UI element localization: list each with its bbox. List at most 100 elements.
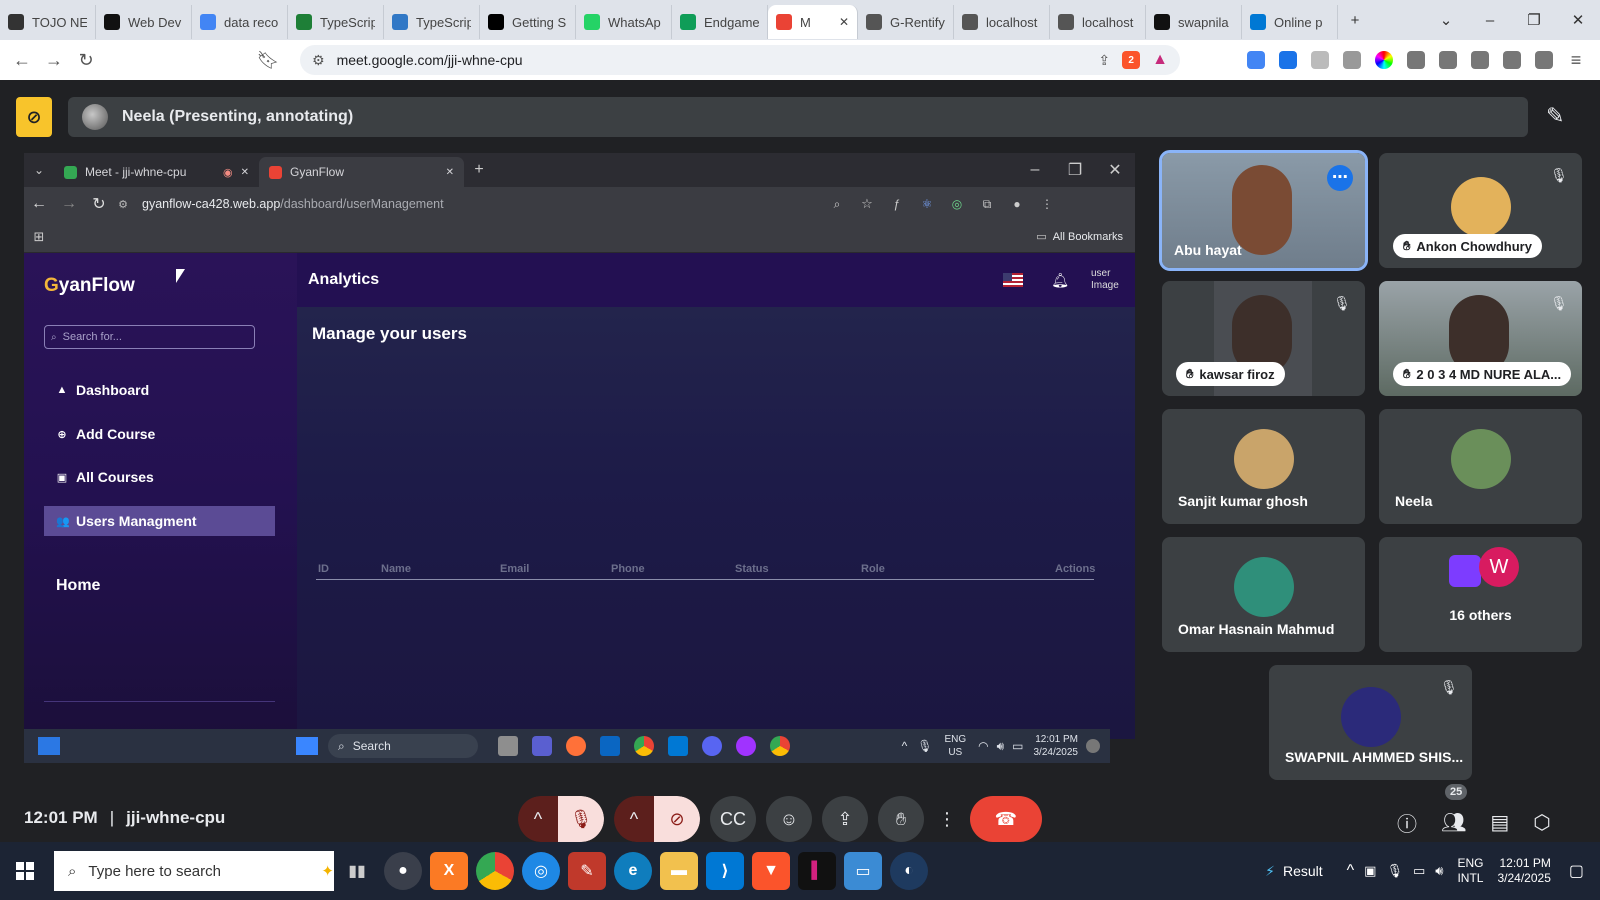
brave-rewards-icon[interactable]: ▲ xyxy=(1152,51,1168,69)
browser-tab[interactable]: data reco xyxy=(192,5,288,39)
leave-call-icon[interactable]: ☎︎ xyxy=(970,796,1042,842)
close-window-icon[interactable]: ✕ xyxy=(1556,0,1600,40)
tab-title: M xyxy=(800,14,811,30)
notifications-icon[interactable]: ▢ xyxy=(1569,861,1584,881)
postman-icon[interactable]: ✎ xyxy=(568,852,606,890)
volume-icon[interactable]: 🔊︎ xyxy=(1435,863,1443,879)
participant-tile[interactable]: ✋︎ Ankon Chowdhury 🎙︎ xyxy=(1379,153,1582,268)
audio-options-chevron-icon[interactable]: ^ xyxy=(518,796,558,842)
stop-presenting-icon[interactable]: ⊘ xyxy=(16,97,52,137)
emoji-icon[interactable]: ☺ xyxy=(766,796,812,842)
browser-tab[interactable]: swapnila xyxy=(1146,5,1242,39)
back-icon[interactable]: ← xyxy=(6,44,38,76)
extension-icon[interactable] xyxy=(1343,51,1361,69)
mic-tray-icon[interactable]: 🎙︎ xyxy=(1386,863,1403,879)
shared-profile-icon: ● xyxy=(1013,197,1021,211)
browser-tab[interactable]: TypeScrip xyxy=(384,5,480,39)
obs-icon[interactable]: ● xyxy=(384,852,422,890)
input-language[interactable]: ENG INTL xyxy=(1457,856,1483,886)
chat-icon[interactable]: ▤ xyxy=(1490,810,1509,835)
vpn-icon[interactable] xyxy=(1535,51,1553,69)
brave-shield-icon[interactable]: 2 xyxy=(1122,51,1141,69)
address-bar[interactable]: ⚙ meet.google.com/jji-whne-cpu ⇪ 2 ▲ xyxy=(300,45,1180,75)
remote-desktop-icon[interactable]: ▭ xyxy=(844,852,882,890)
browser-tab[interactable]: Getting S xyxy=(480,5,576,39)
reload-icon[interactable]: ↻ xyxy=(70,44,102,76)
browser-tab[interactable]: Endgame xyxy=(672,5,768,39)
participant-tile[interactable]: Omar Hasnain Mahmud xyxy=(1162,537,1365,652)
more-options-icon[interactable]: ⋯ xyxy=(1327,165,1353,191)
browser-tab[interactable]: TOJO NE xyxy=(0,5,96,39)
tab-search-icon[interactable]: ⌄ xyxy=(1424,0,1468,40)
extension-icon[interactable] xyxy=(1311,51,1329,69)
browser-tab[interactable]: Web Dev xyxy=(96,5,192,39)
captions-icon[interactable]: CC xyxy=(710,796,756,842)
browser-tab[interactable]: G-Rentify xyxy=(858,5,954,39)
minimize-icon[interactable]: – xyxy=(1468,0,1512,40)
video-options-chevron-icon[interactable]: ^ xyxy=(614,796,654,842)
shared-minimize-icon: – xyxy=(1030,161,1040,178)
participant-tile[interactable]: ✋︎ 2 0 3 4 MD NURE ALA... 🎙︎ xyxy=(1379,281,1582,396)
menu-icon[interactable]: ≡ xyxy=(1560,44,1592,76)
browser-icon[interactable]: ◎ xyxy=(522,852,560,890)
taskbar-search-box[interactable]: ⌕ Type here to search ✦ xyxy=(54,851,334,891)
camera-tray-icon[interactable]: ▣ xyxy=(1364,863,1376,879)
participant-tile[interactable]: ⋯ Abu hayat xyxy=(1159,150,1368,271)
terminal-icon[interactable]: ▌ xyxy=(798,852,836,890)
system-clock[interactable]: 12:01 PM 3/24/2025 xyxy=(1497,856,1550,886)
browser-tab[interactable]: localhost xyxy=(1050,5,1146,39)
shared-start-icon xyxy=(296,737,318,755)
edge-icon[interactable]: e xyxy=(614,852,652,890)
color-picker-icon[interactable] xyxy=(1375,51,1393,69)
more-options-icon[interactable]: ⋮ xyxy=(934,796,960,842)
forward-icon[interactable]: → xyxy=(38,44,70,76)
mic-muted-icon[interactable]: 🎙︎ xyxy=(558,796,604,842)
task-view-icon[interactable]: ▮▮ xyxy=(338,852,376,890)
new-tab-button[interactable]: + xyxy=(1338,0,1372,40)
sidebar-icon[interactable] xyxy=(1439,51,1457,69)
vscode-icon[interactable]: ⟩ xyxy=(706,852,744,890)
site-info-icon[interactable]: ⚙ xyxy=(312,52,325,69)
leo-icon[interactable] xyxy=(1503,51,1521,69)
brave-icon[interactable]: ▼ xyxy=(752,852,790,890)
weather-widget[interactable]: ⚡︎ Result xyxy=(1265,863,1323,880)
shared-back-icon: ← xyxy=(31,195,47,212)
browser-tab[interactable]: M ✕ xyxy=(768,5,858,39)
app-icon[interactable]: ◐ xyxy=(890,852,928,890)
puzzle-icon[interactable] xyxy=(1407,51,1425,69)
activities-icon[interactable]: ⬡ xyxy=(1533,810,1550,835)
tab-title: TypeScrip xyxy=(320,14,375,30)
bookmark-icon[interactable]: 🔖︎ xyxy=(252,44,284,76)
meeting-info-icon[interactable]: ⓘ xyxy=(1397,808,1417,837)
camera-off-icon[interactable]: ⊘ xyxy=(654,796,700,842)
wallet-icon[interactable] xyxy=(1471,51,1489,69)
people-icon[interactable]: 👥︎ 25 xyxy=(1441,784,1468,835)
maximize-icon[interactable]: ❐ xyxy=(1512,0,1556,40)
participant-name: Sanjit kumar ghosh xyxy=(1178,493,1308,509)
participant-tile[interactable]: W 16 others xyxy=(1379,537,1582,652)
browser-tab[interactable]: WhatsAp xyxy=(576,5,672,39)
participant-tile[interactable]: Neela xyxy=(1379,409,1582,524)
network-icon[interactable]: ▭ xyxy=(1413,863,1425,879)
browser-tab[interactable]: localhost xyxy=(954,5,1050,39)
share-icon[interactable]: ⇪ xyxy=(1098,52,1110,69)
raise-hand-icon[interactable]: ✋︎ xyxy=(878,796,924,842)
annotate-pen-icon[interactable]: ✎ xyxy=(1546,103,1564,129)
tray-chevron-icon[interactable]: ^ xyxy=(1347,862,1355,880)
shared-ext-icon: ◎ xyxy=(951,197,963,211)
tab-close-icon[interactable]: ✕ xyxy=(839,15,849,29)
browser-tab[interactable]: Online p xyxy=(1242,5,1338,39)
participant-tile[interactable]: Sanjit kumar ghosh xyxy=(1162,409,1365,524)
shared-maximize-icon: ❐ xyxy=(1067,162,1083,179)
xampp-icon[interactable]: X xyxy=(430,852,468,890)
extension-icon[interactable] xyxy=(1247,51,1265,69)
file-explorer-icon[interactable]: ▬ xyxy=(660,852,698,890)
chrome-icon[interactable] xyxy=(476,852,514,890)
browser-tab[interactable]: TypeScrip xyxy=(288,5,384,39)
windows-start-icon[interactable] xyxy=(6,852,44,890)
participant-tile[interactable]: ✋︎ kawsar firoz 🎙︎ xyxy=(1162,281,1365,396)
present-screen-icon[interactable]: ⇪ xyxy=(822,796,868,842)
translate-icon[interactable] xyxy=(1279,51,1297,69)
meeting-details: 12:01 PM | jji-whne-cpu xyxy=(24,808,225,828)
participant-tile[interactable]: SWAPNIL AHMMED SHIS... 🎙︎ xyxy=(1269,665,1472,780)
